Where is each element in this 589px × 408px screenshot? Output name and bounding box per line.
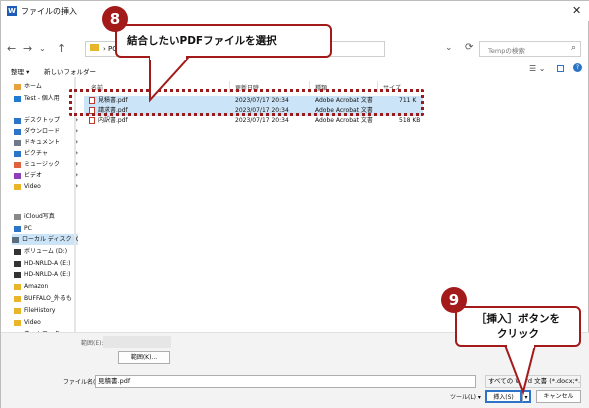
callout-8-pointer <box>149 57 191 103</box>
callout-9: ［挿入］ボタンを クリック <box>455 306 581 347</box>
callout-9-line2: クリック <box>497 328 539 340</box>
callout-8: 結合したいPDFファイルを選択 <box>115 24 332 58</box>
callout-8-text: 結合したいPDFファイルを選択 <box>127 35 277 47</box>
callout-9-pointer <box>503 344 537 396</box>
callout-9-line1: ［挿入］ボタンを <box>476 313 560 325</box>
step-9-badge: 9 <box>441 287 467 313</box>
step-8-badge: 8 <box>102 6 128 32</box>
